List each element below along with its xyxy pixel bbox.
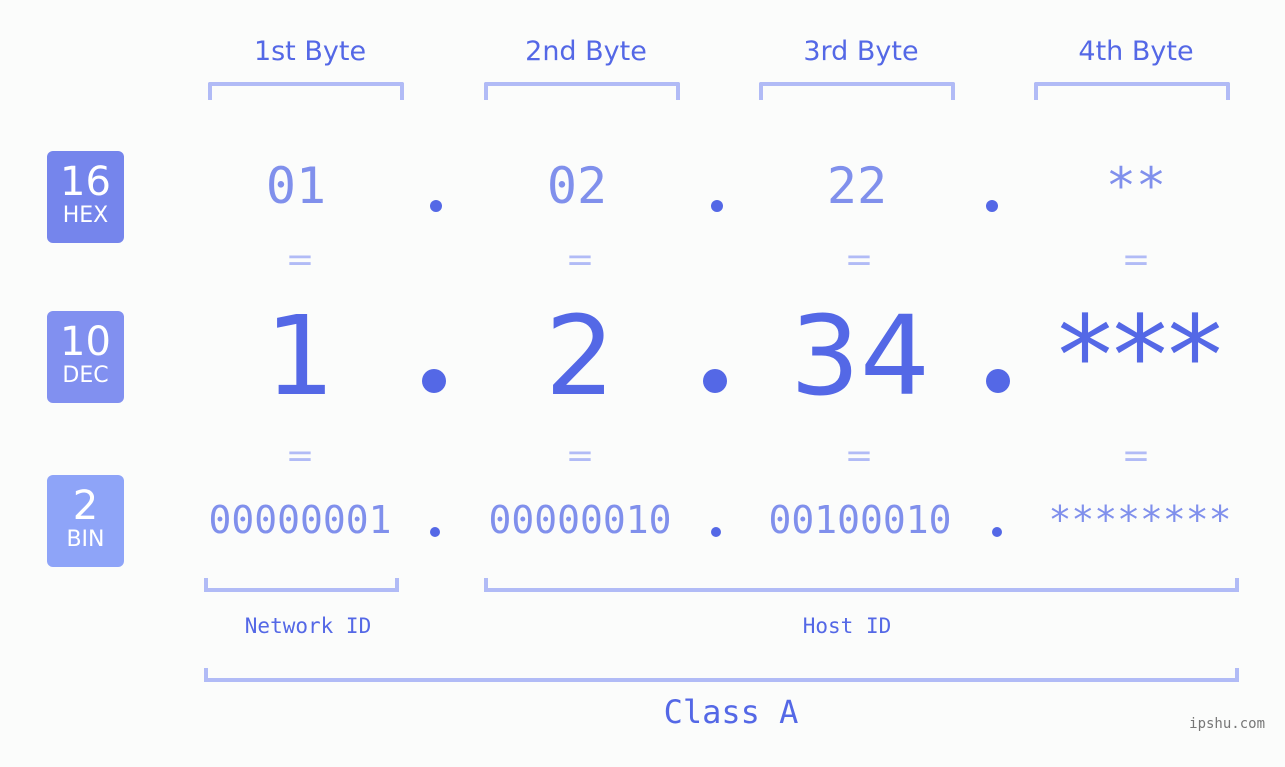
bin-value-2: 00000010 [488,498,672,542]
byte-title-1: 1st Byte [253,36,367,67]
dec-separator-dot-1 [422,369,446,393]
hex-badge-label: HEX [62,203,109,228]
hex-separator-dot-2 [711,200,723,212]
equals-sign: = [844,240,874,280]
dec-badge: 10 DEC [47,311,124,403]
network-id-bracket [204,578,399,592]
bin-value-1: 00000001 [208,498,392,542]
bin-separator-dot-1 [430,527,440,537]
byte-title-2: 2nd Byte [525,36,647,67]
bin-separator-dot-3 [992,527,1002,537]
dec-badge-number: 10 [60,319,111,365]
byte-bracket-3 [759,82,955,100]
dec-value-1: 1 [265,292,335,420]
bin-value-3: 00100010 [768,498,952,542]
hex-badge: 16 HEX [47,151,124,243]
dec-badge-label: DEC [62,363,109,388]
byte-title-3: 3rd Byte [803,36,919,67]
byte-bracket-1 [208,82,404,100]
watermark: ipshu.com [1189,716,1265,732]
class-label: Class A [663,693,799,731]
equals-sign: = [285,436,315,476]
network-id-label: Network ID [244,614,372,638]
bin-badge-number: 2 [72,483,99,529]
bin-badge: 2 BIN [47,475,124,567]
equals-sign: = [565,436,595,476]
hex-value-4: ** [1105,157,1167,215]
hex-value-2: 02 [546,157,608,215]
hex-value-3: 22 [826,157,888,215]
dec-value-2: 2 [545,292,615,420]
equals-sign: = [1121,240,1151,280]
equals-sign: = [565,240,595,280]
hex-value-1: 01 [265,157,327,215]
equals-sign: = [844,436,874,476]
byte-title-4: 4th Byte [1078,36,1194,67]
bin-separator-dot-2 [711,527,721,537]
bin-value-4: ******** [1048,498,1232,542]
dec-separator-dot-3 [986,369,1010,393]
host-id-label: Host ID [802,614,892,638]
equals-sign: = [285,240,315,280]
host-id-bracket [484,578,1239,592]
class-bracket [204,668,1239,682]
hex-separator-dot-1 [430,200,442,212]
dec-value-3: 34 [790,292,930,420]
dec-value-4: *** [1057,292,1223,420]
equals-sign: = [1121,436,1151,476]
hex-badge-number: 16 [60,159,111,205]
byte-bracket-4 [1034,82,1230,100]
dec-separator-dot-2 [703,369,727,393]
bin-badge-label: BIN [66,527,105,552]
hex-separator-dot-3 [986,200,998,212]
byte-bracket-2 [484,82,680,100]
